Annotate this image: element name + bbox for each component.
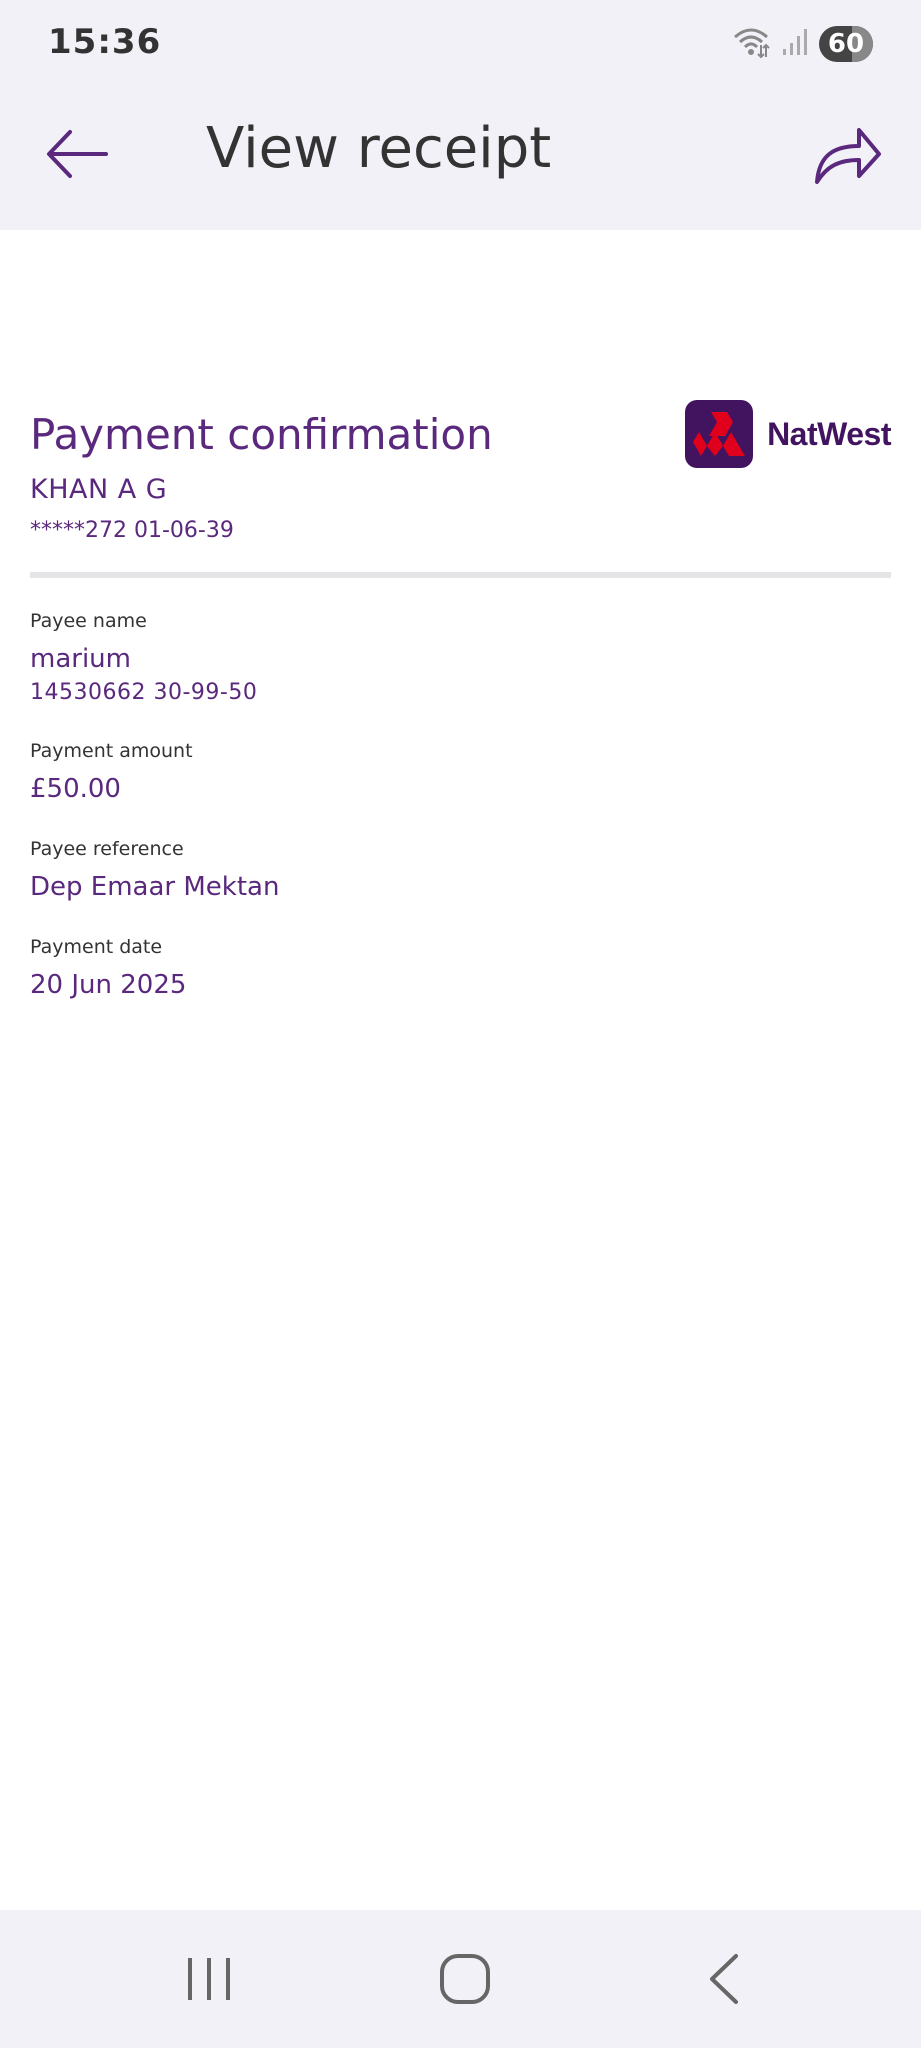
payment-amount-field: Payment amount £50.00 — [30, 740, 193, 804]
nav-back-button[interactable] — [690, 1944, 760, 2014]
arrow-left-icon — [47, 130, 108, 178]
field-label: Payee reference — [30, 838, 184, 860]
payee-name-value: marium — [30, 644, 131, 674]
home-button[interactable] — [430, 1944, 500, 2014]
back-icon — [710, 1954, 738, 2004]
payment-date-value: 20 Jun 2025 — [30, 970, 187, 1000]
home-icon — [440, 1954, 490, 2004]
brand: NatWest — [685, 400, 891, 468]
divider — [30, 572, 891, 578]
brand-name: NatWest — [767, 415, 891, 452]
payee-account-details: 14530662 30-99-50 — [30, 680, 258, 705]
confirmation-title: Payment confirmation — [30, 410, 493, 459]
field-label: Payment date — [30, 936, 163, 958]
recent-apps-icon — [188, 1958, 230, 2000]
payment-date-field: Payment date 20 Jun 2025 — [30, 936, 186, 1000]
share-icon — [815, 128, 881, 184]
payee-reference-field: Payee reference Dep Emaar Mektan — [30, 838, 279, 902]
app-header: View receipt — [0, 88, 921, 230]
payee-name-field: Payee name marium 14530662 30-99-50 — [30, 610, 257, 705]
payee-reference-value: Dep Emaar Mektan — [30, 872, 280, 902]
field-label: Payee name — [30, 610, 147, 632]
status-bar: 15:36 60 — [0, 0, 921, 88]
wifi-icon — [731, 25, 771, 64]
account-number: *****272 01-06-39 — [30, 518, 234, 543]
signal-icon — [781, 27, 809, 62]
back-button[interactable] — [44, 118, 116, 190]
receipt-content: Payment confirmation KHAN A G *****272 0… — [0, 230, 921, 1910]
recent-apps-button[interactable] — [174, 1944, 244, 2014]
page-title: View receipt — [206, 116, 552, 181]
battery-level: 60 — [827, 29, 865, 59]
natwest-logo-icon — [685, 400, 754, 468]
payment-amount-value: £50.00 — [30, 774, 121, 804]
field-label: Payment amount — [30, 740, 193, 762]
status-time: 15:36 — [48, 22, 162, 62]
status-icons: 60 — [731, 24, 873, 64]
account-name: KHAN A G — [30, 474, 168, 505]
share-button[interactable] — [811, 118, 883, 190]
battery-icon: 60 — [819, 26, 873, 62]
system-nav-bar — [0, 1910, 921, 2048]
